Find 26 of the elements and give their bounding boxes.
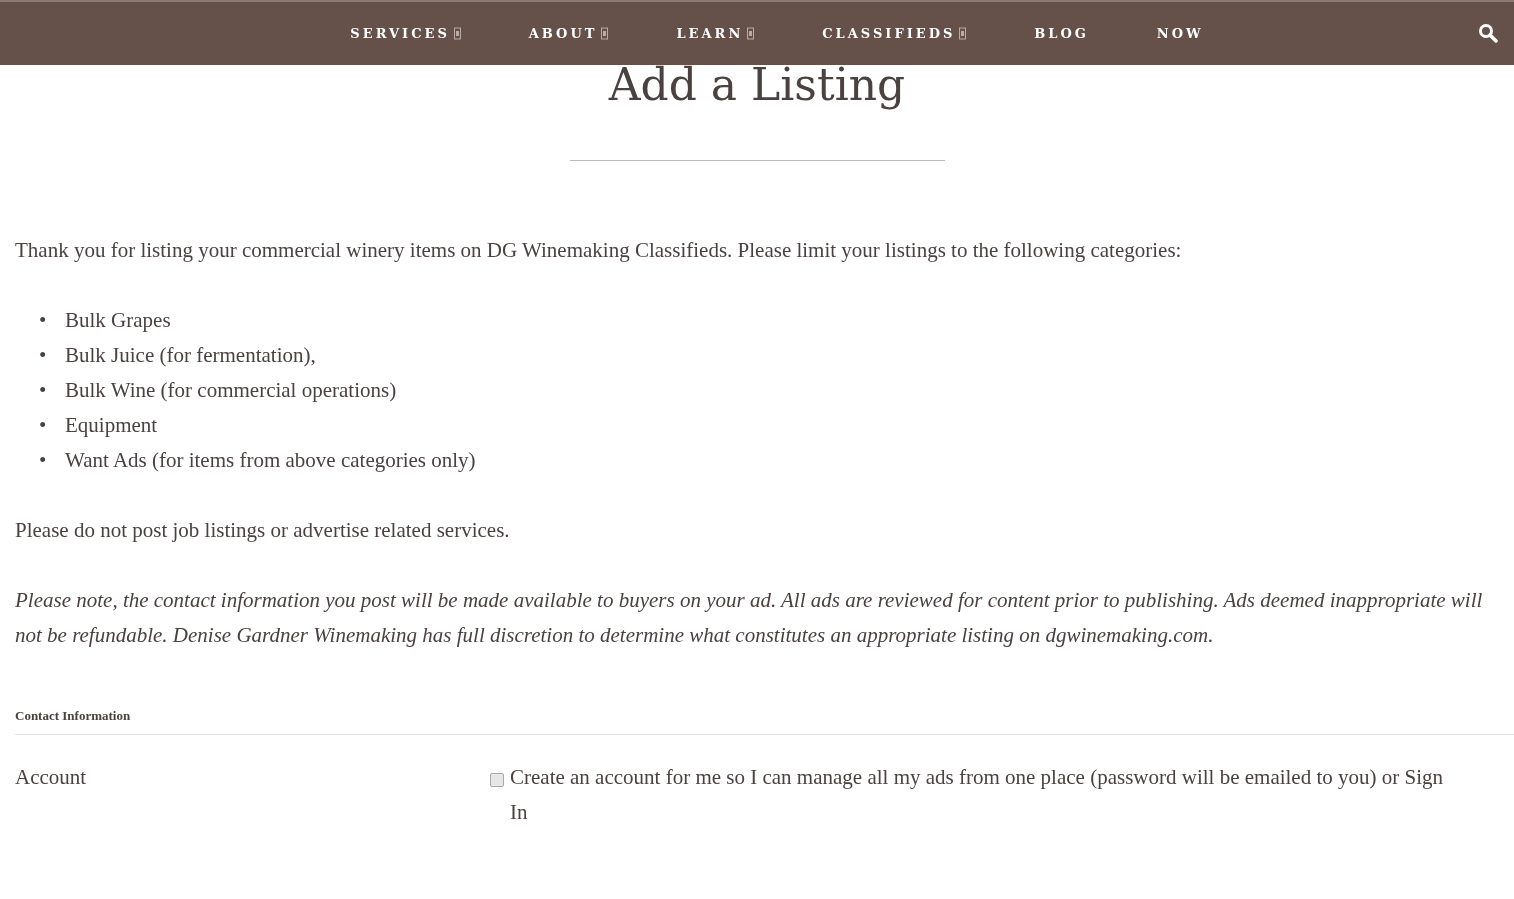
nav-link[interactable]: ABOUT <box>494 26 643 41</box>
nav-link[interactable]: SERVICES <box>316 26 495 41</box>
field-label: Account <box>15 764 88 791</box>
account-checkbox[interactable] <box>490 773 504 787</box>
category-item: Want Ads (for items from above categories only) <box>65 447 476 474</box>
warning-text: Please do not post job listings or advertise related services. <box>15 517 511 544</box>
nav-link[interactable]: LEARN <box>642 26 789 41</box>
bullet: • <box>39 377 48 404</box>
nav-link[interactable]: CLASSIFIEDS <box>788 26 1001 41</box>
category-item: Bulk Grapes <box>65 307 171 334</box>
bullet: • <box>39 342 48 369</box>
nav-link[interactable]: NOW <box>1122 26 1238 41</box>
search-button[interactable] <box>1476 21 1500 45</box>
nav-link[interactable]: BLOG <box>1000 26 1123 41</box>
category-item: Equipment <box>65 412 158 439</box>
bullet: • <box>39 412 48 439</box>
search-icon <box>1478 23 1498 43</box>
section-heading: Contact Information <box>15 708 132 724</box>
page-title: Add a Listing <box>608 59 906 111</box>
category-item: Bulk Wine (for commercial operations) <box>65 377 397 404</box>
intro-text: Thank you for listing your commercial winery items on DG Winemaking Classifieds. Please limit your listings to the following categories: <box>15 237 1183 264</box>
note-text: Please note, the contact information you post will be made available to buyers on your ad. All ads are reviewed for content prior to publishing. Ads deemed inappropriate will not be refundable. Denise Gardner Winemaking has full discretion to determine what constitutes an appropriate listing on dgwinemaking.com. <box>15 587 1484 649</box>
checkbox-label: Create an account for me so I can manage all my ads from one place (password will be emailed to you) or Sign In <box>510 764 1445 826</box>
bullet: • <box>39 307 48 334</box>
category-item: Bulk Juice (for fermentation), <box>65 342 316 369</box>
bullet: • <box>39 447 48 474</box>
